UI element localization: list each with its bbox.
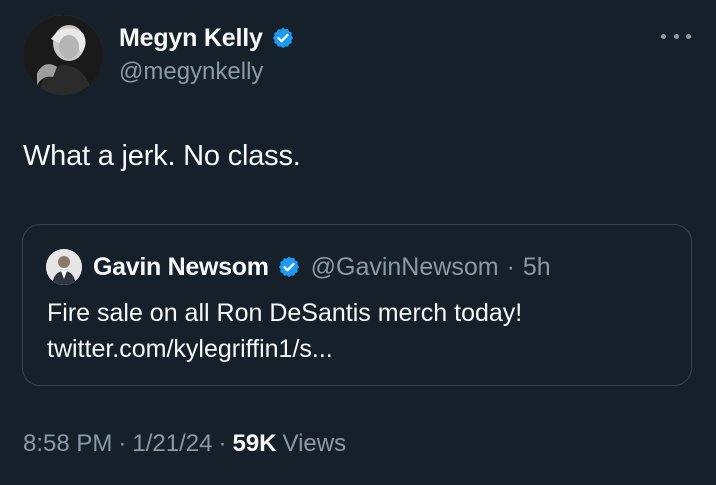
author-info: Megyn Kelly @megynkelly xyxy=(119,20,295,88)
meta-separator: · xyxy=(118,430,127,457)
author-display-name[interactable]: Megyn Kelly xyxy=(119,24,263,53)
tweet-text: What a jerk. No class. xyxy=(23,140,301,172)
author-avatar-image xyxy=(23,15,103,95)
quoted-display-name[interactable]: Gavin Newsom xyxy=(93,253,269,282)
quoted-link[interactable]: twitter.com/kylegriffin1/s... xyxy=(47,331,522,367)
quoted-tweet-header: Gavin Newsom @GavinNewsom · 5h xyxy=(46,247,551,287)
more-dot-icon xyxy=(673,33,679,39)
more-dot-icon xyxy=(661,33,666,39)
verified-badge-icon[interactable] xyxy=(271,26,295,50)
tweet-date[interactable]: 1/21/24 xyxy=(132,430,212,458)
author-handle[interactable]: @megynkelly xyxy=(119,56,295,88)
quoted-avatar-image xyxy=(46,249,82,285)
tweet-meta: 8:58 PM · 1/21/24 · 59K Views xyxy=(23,430,346,458)
views-label[interactable]: Views xyxy=(283,430,347,458)
quoted-author-avatar[interactable] xyxy=(46,249,82,285)
author-name-row: Megyn Kelly xyxy=(119,20,295,56)
quoted-separator: · xyxy=(506,252,515,281)
quoted-tweet-card[interactable]: Gavin Newsom @GavinNewsom · 5h Fire sale… xyxy=(22,224,692,386)
meta-separator: · xyxy=(218,430,227,457)
views-count[interactable]: 59K xyxy=(232,430,276,458)
quoted-text-line: Fire sale on all Ron DeSantis merch toda… xyxy=(47,299,523,327)
more-dot-icon xyxy=(686,33,691,39)
more-options-button[interactable] xyxy=(661,28,691,44)
tweet-time[interactable]: 8:58 PM xyxy=(23,430,112,458)
quoted-timestamp[interactable]: 5h xyxy=(523,253,551,282)
tweet: Megyn Kelly @megynkelly What a jerk. No … xyxy=(0,0,716,485)
quoted-handle[interactable]: @GavinNewsom xyxy=(311,253,499,282)
author-avatar[interactable] xyxy=(23,15,103,95)
verified-badge-icon[interactable] xyxy=(277,255,301,279)
quoted-tweet-text: Fire sale on all Ron DeSantis merch toda… xyxy=(47,295,522,367)
